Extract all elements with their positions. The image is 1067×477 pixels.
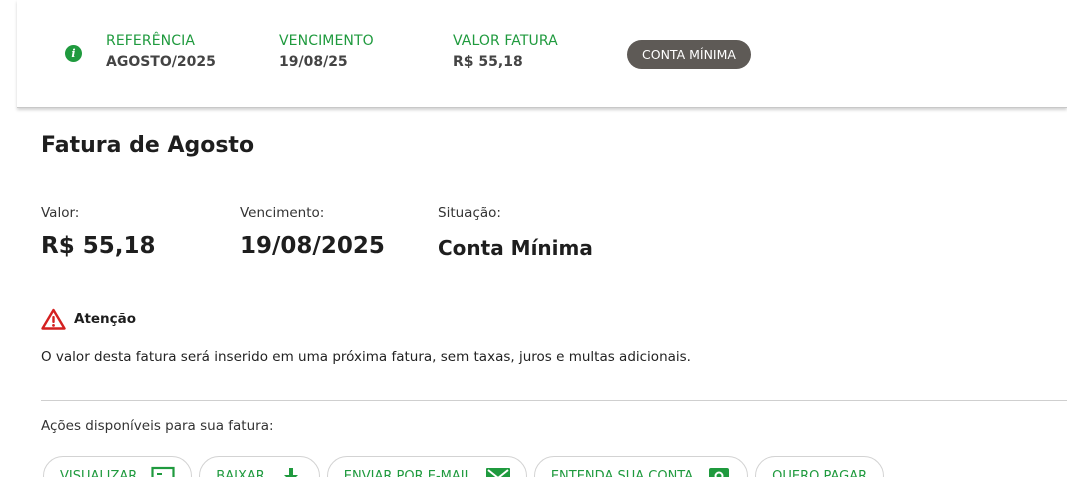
page-title: Fatura de Agosto [41, 133, 255, 158]
divider [41, 400, 1067, 401]
view-button-label: VISUALIZAR [60, 468, 138, 477]
detail-amount: Valor: R$ 55,18 [41, 205, 155, 259]
detail-amount-label: Valor: [41, 205, 80, 221]
detail-status: Situação: Conta Mínima [438, 205, 593, 260]
send-email-button[interactable]: ENVIAR POR E-MAIL [326, 456, 527, 477]
detail-amount-value: R$ 55,18 [41, 233, 156, 259]
screen-icon [151, 466, 175, 477]
download-icon [279, 466, 303, 477]
understand-bill-button[interactable]: ENTENDA SUA CONTA [533, 456, 749, 477]
want-to-pay-button[interactable]: QUERO PAGAR [755, 456, 885, 477]
reference-label: REFERÊNCIA [106, 33, 195, 49]
warning-triangle-icon [41, 308, 66, 330]
document-icon [707, 466, 731, 477]
send-email-button-label: ENVIAR POR E-MAIL [343, 468, 472, 477]
summary-amount: VALOR FATURA R$ 55,18 [453, 33, 558, 70]
reference-value: AGOSTO/2025 [106, 54, 216, 70]
amount-label: VALOR FATURA [453, 33, 558, 49]
view-button[interactable]: VISUALIZAR [43, 456, 193, 477]
warning-message: O valor desta fatura será inserido em um… [41, 349, 691, 365]
amount-value: R$ 55,18 [453, 54, 523, 70]
actions-label: Ações disponíveis para sua fatura: [41, 418, 274, 434]
detail-status-value: Conta Mínima [438, 236, 593, 260]
info-icon: i [65, 45, 82, 62]
due-label: VENCIMENTO [279, 33, 374, 49]
email-icon [485, 466, 510, 477]
status-badge: CONTA MÍNIMA [627, 40, 751, 69]
download-button-label: BAIXAR [216, 468, 265, 477]
want-to-pay-button-label: QUERO PAGAR [772, 468, 868, 477]
understand-bill-button-label: ENTENDA SUA CONTA [550, 468, 694, 477]
detail-due-date: Vencimento: 19/08/2025 [240, 205, 385, 259]
download-button[interactable]: BAIXAR [199, 456, 320, 477]
summary-reference: REFERÊNCIA AGOSTO/2025 [106, 33, 216, 70]
invoice-actions: VISUALIZAR BAIXAR ENVIAR POR E-MAIL ENTE… [43, 456, 885, 477]
due-value: 19/08/25 [279, 54, 348, 70]
detail-status-label: Situação: [438, 205, 501, 221]
detail-due-label: Vencimento: [240, 205, 325, 221]
warning-header: Atenção [41, 308, 136, 330]
summary-due-date: VENCIMENTO 19/08/25 [279, 33, 374, 70]
detail-due-value: 19/08/2025 [240, 233, 385, 259]
warning-title: Atenção [74, 311, 137, 327]
invoice-summary-card: i REFERÊNCIA AGOSTO/2025 VENCIMENTO 19/0… [17, 0, 1067, 108]
